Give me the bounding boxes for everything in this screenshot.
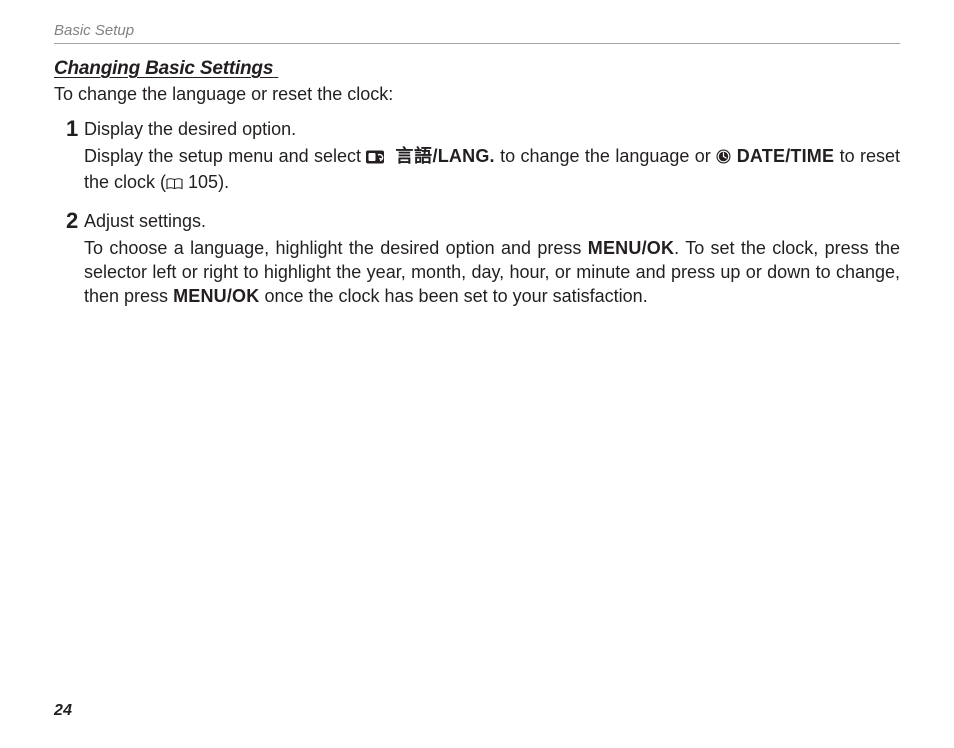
page-number: 24 (54, 702, 72, 720)
page: Basic Setup Changing Basic Settings To c… (0, 0, 954, 748)
menu-ok-2: MENU/OK (173, 286, 259, 306)
date-time-text: DATE/TIME (737, 146, 834, 166)
step-1-mid: to change the language or (495, 146, 716, 166)
step-1: Display the desired option. Display the … (84, 118, 900, 196)
running-head: Basic Setup (54, 22, 900, 44)
heading-text: Changing Basic Settings (54, 58, 273, 79)
step-2: Adjust settings. To choose a language, h… (84, 210, 900, 308)
step-1-pre: Display the setup menu and select (84, 146, 366, 166)
steps-list: Display the desired option. Display the … (54, 118, 900, 308)
menu-ok-1: MENU/OK (588, 238, 674, 258)
section-heading: Changing Basic Settings (54, 58, 900, 80)
book-icon (166, 172, 183, 196)
lang-label: 言語/LANG. (390, 146, 495, 166)
step-2-a: To choose a language, highlight the desi… (84, 238, 588, 258)
intro-text: To change the language or reset the cloc… (54, 82, 900, 106)
step-2-title: Adjust settings. (84, 210, 900, 232)
step-1-title: Display the desired option. (84, 118, 900, 140)
step-2-body: To choose a language, highlight the desi… (84, 236, 900, 308)
date-time-label: DATE/TIME (731, 146, 834, 166)
setup-icon (366, 146, 384, 170)
step-2-c: once the clock has been set to your sati… (259, 286, 647, 306)
step-1-suffix: ). (218, 172, 229, 192)
step-1-body: Display the setup menu and select 言語/LAN… (84, 144, 900, 196)
page-ref: 105 (183, 172, 218, 192)
clock-icon (716, 146, 731, 170)
lang-label-text: 言語/LANG. (395, 146, 494, 166)
